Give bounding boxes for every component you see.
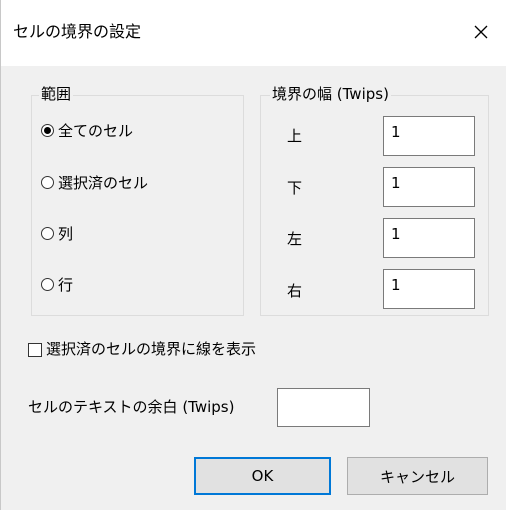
radio-label: 全てのセル bbox=[58, 121, 134, 140]
radio-selected-cells[interactable]: 選択済のセル bbox=[41, 171, 148, 193]
cancel-button[interactable]: キャンセル bbox=[347, 457, 488, 495]
show-border-checkbox[interactable] bbox=[28, 343, 42, 357]
radio-label: 列 bbox=[58, 224, 74, 243]
radio-button[interactable] bbox=[41, 277, 54, 291]
show-border-checkbox-label[interactable]: 選択済のセルの境界に線を表示 bbox=[46, 340, 256, 358]
bottom-label: 下 bbox=[287, 179, 303, 197]
radio-button[interactable] bbox=[41, 123, 54, 137]
right-width-input[interactable]: 1 bbox=[383, 269, 475, 309]
border-settings-dialog: セルの境界の設定 範囲 全てのセル 選択済のセル 列 行 境界の幅 (Twips… bbox=[0, 0, 506, 510]
close-button[interactable] bbox=[461, 14, 501, 50]
bottom-width-input[interactable]: 1 bbox=[383, 167, 475, 207]
radio-rows[interactable]: 行 bbox=[41, 273, 73, 295]
radio-button[interactable] bbox=[41, 175, 54, 189]
ok-button[interactable]: OK bbox=[194, 457, 331, 495]
radio-button[interactable] bbox=[41, 226, 54, 240]
left-width-input[interactable]: 1 bbox=[383, 218, 475, 258]
close-icon bbox=[474, 25, 488, 39]
radio-columns[interactable]: 列 bbox=[41, 222, 73, 244]
radio-label: 選択済のセル bbox=[58, 173, 149, 192]
text-margin-label: セルのテキストの余白 (Twips) bbox=[28, 398, 235, 416]
right-label: 右 bbox=[287, 282, 303, 300]
radio-all-cells[interactable]: 全てのセル bbox=[41, 119, 133, 141]
radio-label: 行 bbox=[58, 275, 74, 294]
left-label: 左 bbox=[287, 230, 303, 248]
text-margin-input[interactable] bbox=[277, 388, 370, 427]
border-width-group-legend: 境界の幅 (Twips) bbox=[270, 85, 391, 103]
dialog-title: セルの境界の設定 bbox=[13, 22, 142, 41]
range-group-legend: 範囲 bbox=[39, 85, 74, 103]
title-bar: セルの境界の設定 bbox=[1, 0, 506, 66]
top-width-input[interactable]: 1 bbox=[383, 116, 475, 156]
top-label: 上 bbox=[287, 127, 303, 145]
radio-selected-dot bbox=[44, 126, 51, 134]
